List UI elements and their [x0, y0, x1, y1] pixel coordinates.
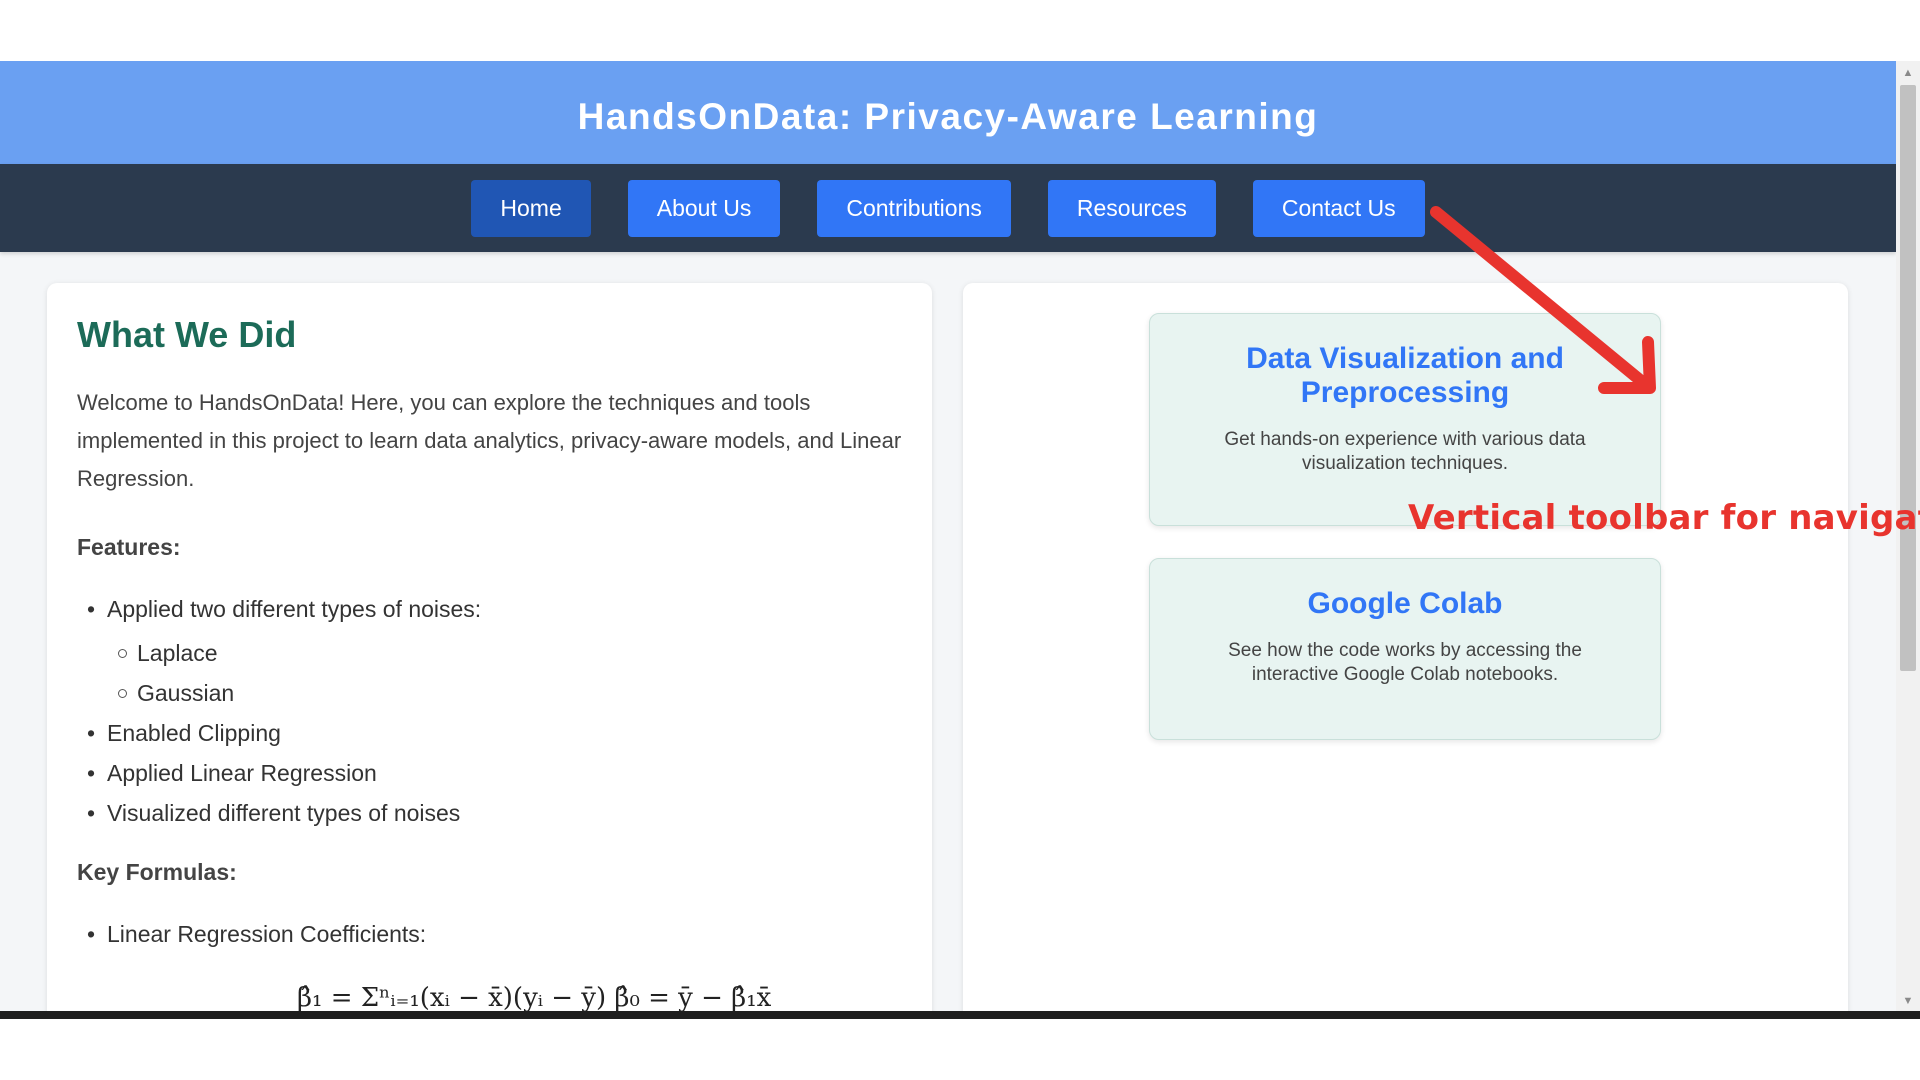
nav-home-button[interactable]: Home	[471, 179, 591, 237]
nav-about-us-button[interactable]: About Us	[627, 179, 781, 237]
card-title: Google Colab	[1307, 587, 1503, 620]
regression-formula: β̂₁ = Σⁿᵢ₌₁(xᵢ − x̄)(yᵢ − ȳ) β̂₀ = ȳ − β…	[297, 983, 772, 1013]
scroll-thumb[interactable]	[1900, 85, 1916, 671]
features-list: Applied two different types of noises: L…	[77, 589, 902, 833]
nav-contributions-button[interactable]: Contributions	[817, 179, 1011, 237]
list-item: Applied two different types of noises: L…	[87, 589, 902, 713]
nav-bar: Home About Us Contributions Resources Co…	[0, 164, 1896, 252]
feature-noises: Applied two different types of noises:	[107, 596, 482, 622]
nav-resources-button[interactable]: Resources	[1047, 179, 1216, 237]
list-item-visualized: Visualized different types of noises	[87, 793, 902, 833]
features-heading: Features:	[77, 534, 181, 560]
noise-types-list: Laplace Gaussian	[107, 633, 902, 713]
card-title: Data Visualization and Preprocessing	[1246, 342, 1564, 409]
list-item-laplace: Laplace	[118, 633, 902, 673]
scroll-up-icon[interactable]: ▲	[1896, 63, 1920, 83]
window-bottom-edge	[0, 1011, 1920, 1019]
intro-text: Welcome to HandsOnData! Here, you can ex…	[77, 390, 902, 491]
list-item-regression: Applied Linear Regression	[87, 753, 902, 793]
section-title: What We Did	[77, 314, 297, 355]
list-item-coefficients: Linear Regression Coefficients:	[87, 914, 902, 954]
data-visualization-card[interactable]: Data Visualization and Preprocessing Get…	[1149, 313, 1661, 526]
card-description: See how the code works by accessing the …	[1228, 640, 1582, 685]
google-colab-card[interactable]: Google Colab See how the code works by a…	[1149, 558, 1661, 740]
resources-panel: Data Visualization and Preprocessing Get…	[963, 283, 1848, 1013]
scroll-down-icon[interactable]: ▼	[1896, 991, 1920, 1011]
site-title: HandsOnData: Privacy-Aware Learning	[577, 95, 1319, 137]
nav-contact-us-button[interactable]: Contact Us	[1252, 179, 1425, 237]
list-item-gaussian: Gaussian	[118, 673, 902, 713]
card-description: Get hands-on experience with various dat…	[1224, 429, 1586, 474]
annotation-label: Vertical toolbar for navigation	[1408, 498, 1920, 538]
formulas-heading: Key Formulas:	[77, 859, 237, 885]
list-item-clipping: Enabled Clipping	[87, 713, 902, 753]
site-header: HandsOnData: Privacy-Aware Learning	[0, 61, 1896, 164]
formulas-list: Linear Regression Coefficients:	[77, 914, 902, 954]
what-we-did-panel: What We Did Welcome to HandsOnData! Here…	[47, 283, 932, 1013]
